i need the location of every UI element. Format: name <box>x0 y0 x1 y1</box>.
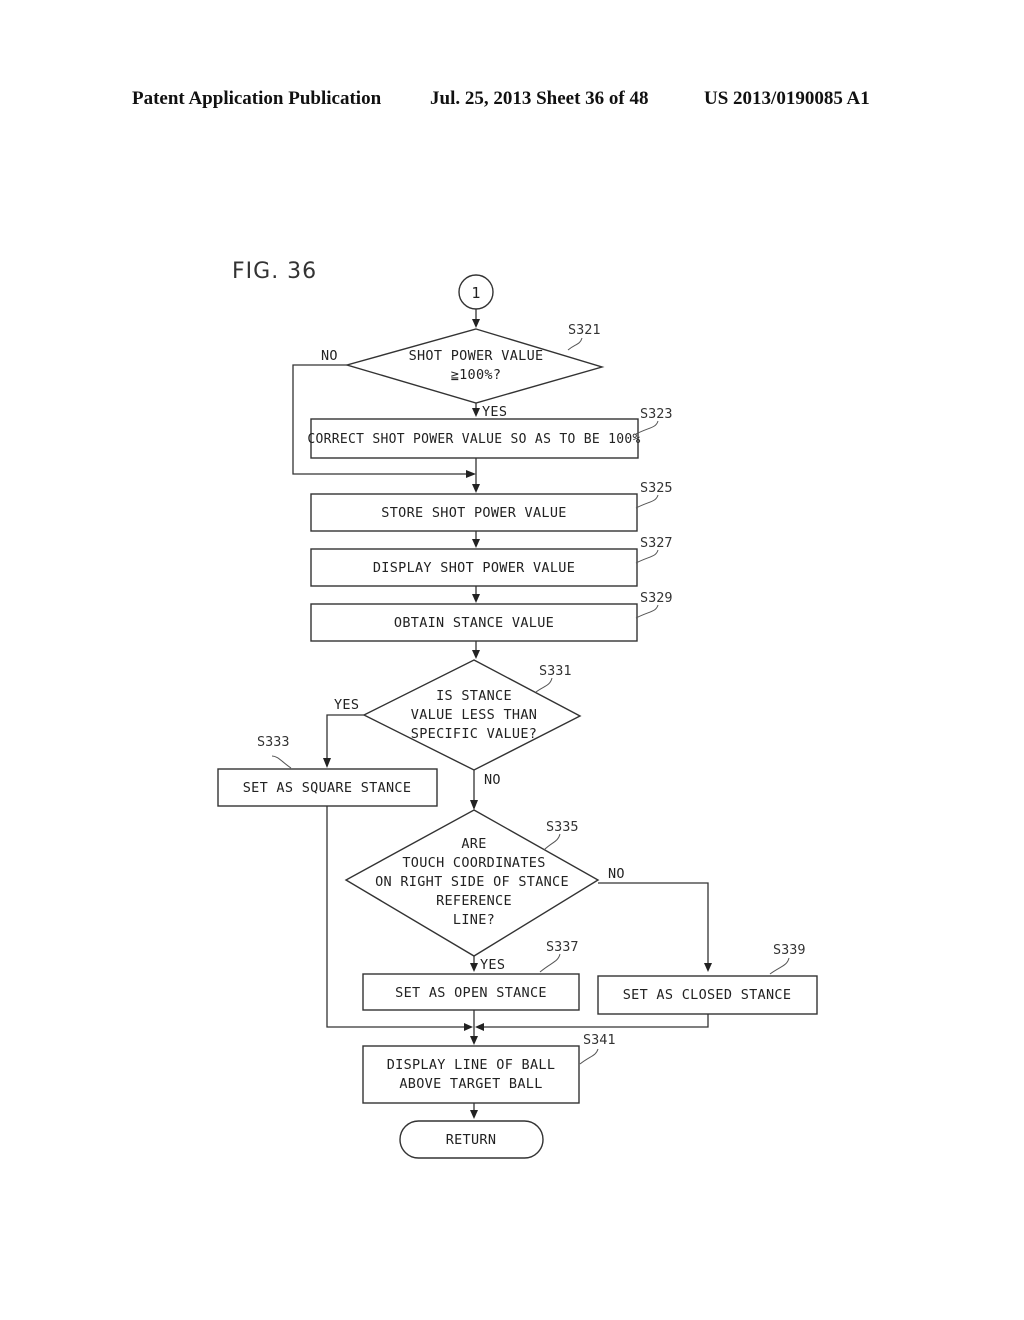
s335-ref: S335 <box>546 819 579 835</box>
s341-text-line2: ABOVE TARGET BALL <box>399 1076 542 1092</box>
s327-text: DISPLAY SHOT POWER VALUE <box>373 560 575 576</box>
s335-no-label: NO <box>608 866 625 882</box>
s337-leader <box>539 953 561 973</box>
connector-label: 1 <box>471 284 480 302</box>
s325-leader <box>635 494 659 509</box>
s335-text-line4: REFERENCE <box>436 893 512 909</box>
s337-ref: S337 <box>546 939 579 955</box>
terminal-return: RETURN <box>399 1120 544 1159</box>
arrow-head <box>472 408 480 417</box>
arrow-head <box>475 1023 484 1031</box>
arrow-head <box>323 758 331 768</box>
s329-ref: S329 <box>640 590 673 606</box>
flowchart: FIG. 36 1 SHOT POWER VALUE ≧100%? S321 N… <box>217 259 818 1159</box>
s337-text: SET AS OPEN STANCE <box>395 985 547 1001</box>
s341-leader <box>579 1048 599 1065</box>
s331-leader <box>535 677 553 693</box>
s329-text: OBTAIN STANCE VALUE <box>394 615 554 631</box>
step-s325-process: STORE SHOT POWER VALUE S325 <box>310 480 673 532</box>
s335-no-path <box>598 882 709 964</box>
arrow-head <box>470 1110 478 1119</box>
s331-text-line1: IS STANCE <box>436 688 512 704</box>
arrow-head <box>470 800 478 810</box>
connector-1: 1 <box>458 274 494 310</box>
s327-ref: S327 <box>640 535 673 551</box>
arrow-head <box>472 539 480 548</box>
s331-text-line3: SPECIFIC VALUE? <box>411 726 537 742</box>
s321-no-label: NO <box>321 348 338 364</box>
arrow-head <box>470 963 478 972</box>
s325-ref: S325 <box>640 480 673 496</box>
s331-yes-path <box>326 714 364 760</box>
s323-leader <box>635 420 659 435</box>
arrow-head <box>704 963 712 972</box>
s325-text: STORE SHOT POWER VALUE <box>381 505 566 521</box>
s335-text-line5: LINE? <box>453 912 495 928</box>
arrow-head <box>472 319 480 328</box>
s321-ref: S321 <box>568 322 601 338</box>
s339-leader <box>769 957 790 975</box>
arrow-head <box>466 470 476 478</box>
s339-text: SET AS CLOSED STANCE <box>623 987 792 1003</box>
s321-text-line2: ≧100%? <box>451 367 502 383</box>
s321-leader <box>567 337 583 351</box>
s335-text-line3: ON RIGHT SIDE OF STANCE <box>375 874 569 890</box>
step-s335-decision: ARE TOUCH COORDINATES ON RIGHT SIDE OF S… <box>344 809 600 957</box>
s335-text-line1: ARE <box>461 836 486 852</box>
s331-text-line2: VALUE LESS THAN <box>411 707 537 723</box>
s335-leader <box>543 833 561 851</box>
s339-merge-path <box>483 1014 709 1028</box>
s321-text-line1: SHOT POWER VALUE <box>409 348 544 364</box>
step-s331-decision: IS STANCE VALUE LESS THAN SPECIFIC VALUE… <box>362 659 582 771</box>
arrow-head <box>472 594 480 603</box>
s335-text-line2: TOUCH COORDINATES <box>402 855 545 871</box>
s333-leader <box>271 755 292 769</box>
s331-no-label: NO <box>484 772 501 788</box>
s323-ref: S323 <box>640 406 673 422</box>
s333-text: SET AS SQUARE STANCE <box>243 780 412 796</box>
step-s327-process: DISPLAY SHOT POWER VALUE S327 <box>310 535 673 587</box>
s331-ref: S331 <box>539 663 572 679</box>
step-s341-process: DISPLAY LINE OF BALL ABOVE TARGET BALL S… <box>362 1032 616 1104</box>
s321-yes-label: YES <box>482 404 507 420</box>
s341-ref: S341 <box>583 1032 616 1048</box>
figure-label: FIG. 36 <box>232 259 317 284</box>
s339-ref: S339 <box>773 942 806 958</box>
step-s329-process: OBTAIN STANCE VALUE S329 <box>310 590 673 642</box>
s333-ref: S333 <box>257 734 290 750</box>
arrow-head <box>472 650 480 659</box>
terminal-text: RETURN <box>446 1132 497 1148</box>
s331-yes-label: YES <box>334 697 359 713</box>
step-s321-decision: SHOT POWER VALUE ≧100%? S321 <box>344 322 605 404</box>
s335-yes-label: YES <box>480 957 505 973</box>
arrow-head <box>464 1023 473 1031</box>
arrow-head <box>472 484 480 493</box>
s341-text-line1: DISPLAY LINE OF BALL <box>387 1057 556 1073</box>
s329-leader <box>635 604 659 619</box>
s323-text: CORRECT SHOT POWER VALUE SO AS TO BE 100… <box>307 432 640 447</box>
s327-leader <box>635 549 659 564</box>
arrow-head <box>470 1036 478 1045</box>
